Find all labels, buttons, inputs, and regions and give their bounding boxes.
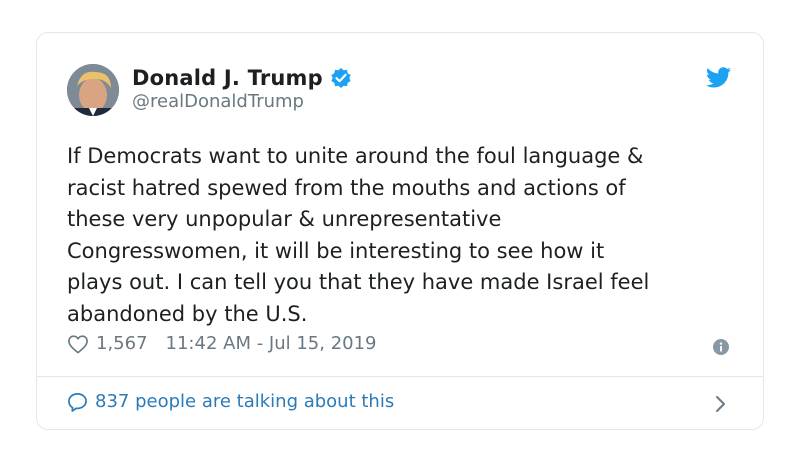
tweet-text: If Democrats want to unite around the fo…	[67, 144, 650, 326]
talking-about-link[interactable]: 837 people are talking about this	[67, 391, 394, 412]
like-count[interactable]: 1,567	[96, 333, 148, 354]
divider	[37, 376, 763, 377]
author-name[interactable]: Donald J. Trump	[132, 66, 323, 90]
avatar[interactable]	[67, 64, 119, 116]
info-icon[interactable]	[713, 339, 729, 355]
heart-icon[interactable]	[67, 334, 89, 354]
chevron-right-icon[interactable]	[715, 394, 727, 414]
talking-about-text[interactable]: 837 people are talking about this	[95, 391, 394, 412]
speech-bubble-icon	[67, 392, 88, 412]
tweet-meta: 1,567 11:42 AM - Jul 15, 2019	[67, 333, 377, 354]
tweet-author[interactable]: Donald J. Trump @realDonaldTrump	[132, 64, 352, 112]
like-button[interactable]: 1,567	[67, 333, 148, 354]
author-handle[interactable]: @realDonaldTrump	[132, 91, 352, 112]
tweet-timestamp[interactable]: 11:42 AM - Jul 15, 2019	[166, 333, 377, 354]
tweet-card: Donald J. Trump @realDonaldTrump If Demo…	[36, 32, 764, 430]
twitter-bird-icon[interactable]	[706, 67, 731, 88]
verified-badge-icon	[330, 67, 352, 89]
